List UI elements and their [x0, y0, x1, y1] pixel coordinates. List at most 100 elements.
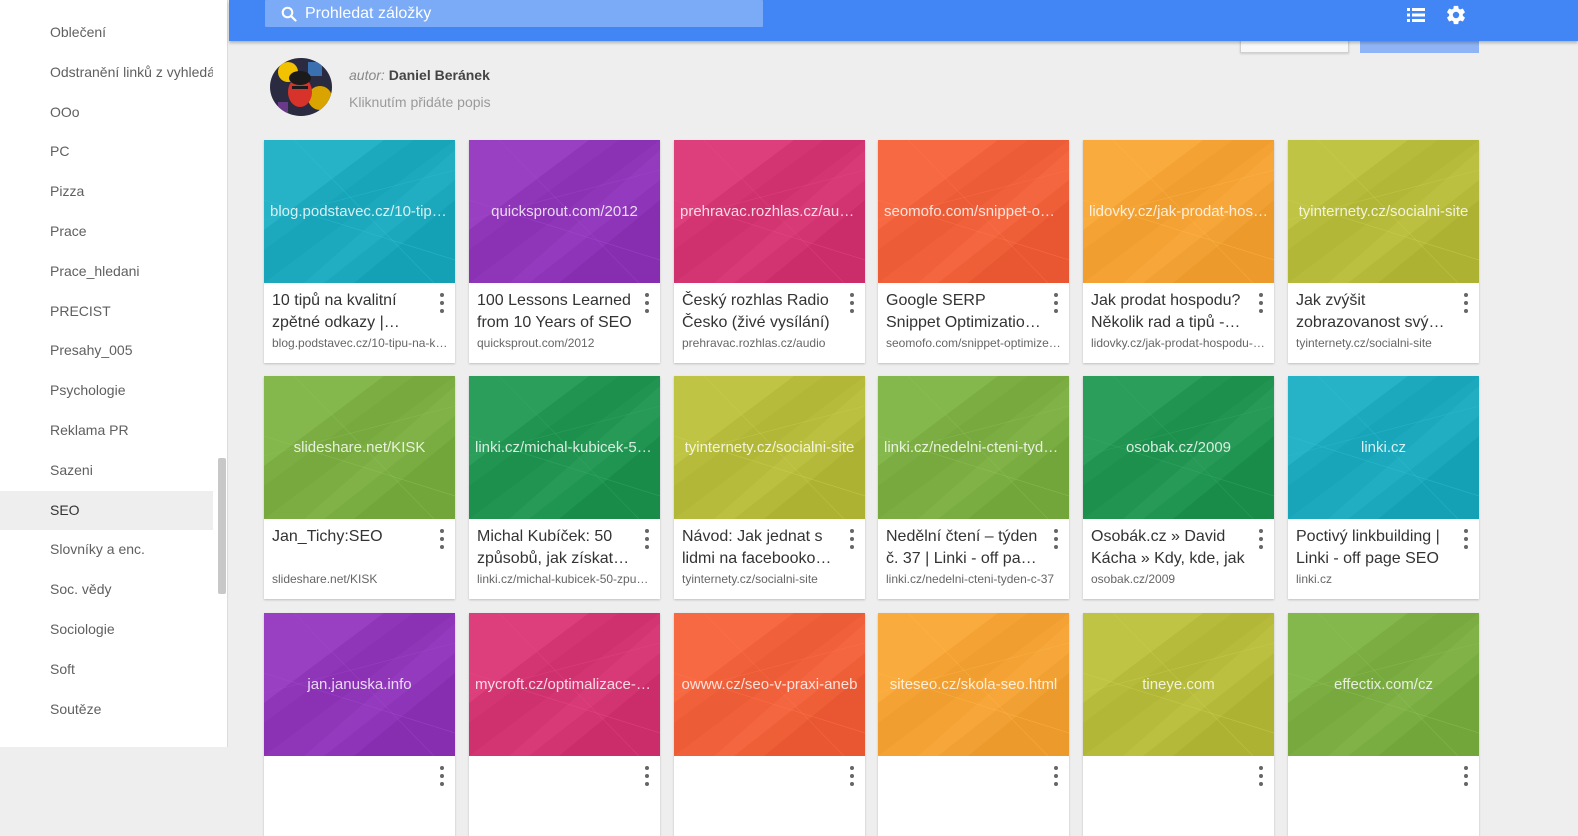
more-vert-icon[interactable] — [641, 529, 653, 549]
more-vert-icon[interactable] — [846, 529, 858, 549]
bookmark-card[interactable]: linki.cz/michal-kubicek-50-zpusobu Michal… — [469, 376, 660, 599]
more-vert-icon[interactable] — [1255, 293, 1267, 313]
bookmark-card[interactable]: slideshare.net/KISK Jan_Tichy:SEO slidesha… — [264, 376, 455, 599]
bookmark-title: Český rozhlas Radio Česko (živé vysílání… — [682, 292, 830, 331]
bookmark-url: linki.cz/nedelni-cteni-tyden-c-37 — [886, 572, 1055, 586]
bookmark-thumbnail: jan.januska.info — [264, 613, 455, 756]
thumbnail-label: linki.cz/michal-kubicek-50-zpusobu — [475, 439, 654, 456]
search-box[interactable] — [265, 0, 763, 27]
bookmark-title: Jan_Tichy:SEO — [272, 528, 383, 545]
bookmark-card[interactable]: lidovky.cz/jak-prodat-hospodu Jak prodat … — [1083, 140, 1274, 363]
bookmark-title: Návod: Jak jednat s lidmi na facebookové… — [682, 528, 833, 567]
bookmark-card[interactable]: mycroft.cz/optimalizace-pro-vyhledavace — [469, 613, 660, 836]
bookmark-url: quicksprout.com/2012 — [477, 336, 595, 350]
thumbnail-label: blog.podstavec.cz/10-tipu-na-kvalitni — [270, 203, 449, 220]
bookmark-card[interactable]: linki.cz/nedelni-cteni-tyden-c-37 Nedělní… — [878, 376, 1069, 599]
thumbnail-label: owww.cz/seo-v-praxi-aneb — [681, 676, 858, 693]
bookmark-url: linki.cz/michal-kubicek-50-zpusobu — [477, 572, 653, 586]
more-vert-icon[interactable] — [1255, 529, 1267, 549]
thumbnail-label: jan.januska.info — [307, 676, 412, 693]
bookmark-thumbnail: lidovky.cz/jak-prodat-hospodu — [1083, 140, 1274, 283]
more-vert-icon[interactable] — [1460, 293, 1472, 313]
thumbnail-label: mycroft.cz/optimalizace-pro-vyhledavace — [475, 676, 654, 693]
thumbnail-label: lidovky.cz/jak-prodat-hospodu — [1089, 203, 1268, 220]
more-vert-icon[interactable] — [1255, 766, 1267, 786]
thumbnail-label: prehravac.rozhlas.cz/audio — [680, 203, 859, 220]
thumbnail-label: quicksprout.com/2012 — [491, 203, 638, 220]
bookmark-title: 100 Lessons Learned from 10 Years of SEO — [477, 292, 632, 331]
bookmark-card[interactable]: osobak.cz/2009 Osobák.cz » David Kácha » … — [1083, 376, 1274, 599]
thumbnail-label: seomofo.com/snippet-optimizer — [884, 203, 1063, 220]
more-vert-icon[interactable] — [1050, 529, 1062, 549]
thumbnail-label: linki.cz/nedelni-cteni-tyden-c-37 — [884, 439, 1063, 456]
bookmark-thumbnail: tyinternety.cz/socialni-site — [1288, 140, 1479, 283]
bookmark-thumbnail: tyinternety.cz/socialni-site — [674, 376, 865, 519]
bookmark-url: tyinternety.cz/socialni-site — [1296, 336, 1432, 350]
more-vert-icon[interactable] — [436, 293, 448, 313]
more-vert-icon[interactable] — [1050, 766, 1062, 786]
bookmark-thumbnail: linki.cz/michal-kubicek-50-zpusobu — [469, 376, 660, 519]
more-vert-icon[interactable] — [436, 766, 448, 786]
bookmark-thumbnail: linki.cz — [1288, 376, 1479, 519]
bookmark-card[interactable]: owww.cz/seo-v-praxi-aneb — [674, 613, 865, 836]
more-vert-icon[interactable] — [641, 293, 653, 313]
more-vert-icon[interactable] — [641, 766, 653, 786]
bookmark-url: tyinternety.cz/socialni-site — [682, 572, 818, 586]
bookmark-title: Michal Kubíček: 50 způsobů, jak získat o… — [477, 528, 614, 567]
bookmark-title: Jak zvýšit zobrazovanost svých příspěvků — [1296, 292, 1446, 331]
thumbnail-label: tineye.com — [1142, 676, 1215, 693]
bookmark-url: blog.podstavec.cz/10-tipu-na-kvalitni-zp… — [272, 336, 448, 350]
bookmark-card[interactable]: prehravac.rozhlas.cz/audio Český rozhlas … — [674, 140, 865, 363]
bookmark-title: Poctivý linkbuilding | Linki - off page … — [1296, 528, 1440, 567]
search-input[interactable] — [305, 4, 763, 23]
top-app-bar — [229, 0, 1578, 41]
bookmark-thumbnail: linki.cz/nedelni-cteni-tyden-c-37 — [878, 376, 1069, 519]
bookmark-thumbnail: osobak.cz/2009 — [1083, 376, 1274, 519]
bookmark-thumbnail: quicksprout.com/2012 — [469, 140, 660, 283]
bookmark-card[interactable]: quicksprout.com/2012 100 Lessons Learned … — [469, 140, 660, 363]
bookmark-grid: blog.podstavec.cz/10-tipu-na-kvalitni 10 … — [0, 0, 1578, 836]
bookmark-card[interactable]: blog.podstavec.cz/10-tipu-na-kvalitni 10 … — [264, 140, 455, 363]
thumbnail-label: tyinternety.cz/socialni-site — [684, 439, 855, 456]
bookmark-url: lidovky.cz/jak-prodat-hospodu-nekolik-ra… — [1091, 336, 1267, 350]
bookmark-thumbnail: effectix.com/cz — [1288, 613, 1479, 756]
bookmark-title: Osobák.cz » David Kácha » Kdy, kde, jak — [1091, 528, 1245, 567]
bookmark-thumbnail: mycroft.cz/optimalizace-pro-vyhledavace — [469, 613, 660, 756]
bookmark-card[interactable]: siteseo.cz/skola-seo.html — [878, 613, 1069, 836]
bookmark-thumbnail: slideshare.net/KISK — [264, 376, 455, 519]
bookmark-thumbnail: prehravac.rozhlas.cz/audio — [674, 140, 865, 283]
bookmark-card[interactable]: tyinternety.cz/socialni-site Návod: Jak j… — [674, 376, 865, 599]
bookmark-title: Jak prodat hospodu? Několik rad a tipů -… — [1091, 292, 1241, 331]
thumbnail-label: effectix.com/cz — [1334, 676, 1433, 693]
bookmark-card[interactable]: seomofo.com/snippet-optimizer Google SERP… — [878, 140, 1069, 363]
bookmark-thumbnail: tineye.com — [1083, 613, 1274, 756]
bookmark-thumbnail: owww.cz/seo-v-praxi-aneb — [674, 613, 865, 756]
thumbnail-label: tyinternety.cz/socialni-site — [1298, 203, 1469, 220]
bookmark-card[interactable]: effectix.com/cz — [1288, 613, 1479, 836]
bookmark-card[interactable]: linki.cz Poctivý linkbuilding | Linki - o… — [1288, 376, 1479, 599]
bookmark-title: 10 tipů na kvalitní zpětné odkazy | Pods… — [272, 292, 397, 331]
thumbnail-label: osobak.cz/2009 — [1125, 439, 1232, 456]
bookmark-title: Nedělní čtení – týden č. 37 | Linki - of… — [886, 528, 1039, 567]
bookmark-card[interactable]: tyinternety.cz/socialni-site Jak zvýšit z… — [1288, 140, 1479, 363]
more-vert-icon[interactable] — [1460, 766, 1472, 786]
thumbnail-label: linki.cz — [1360, 439, 1406, 456]
more-vert-icon[interactable] — [846, 293, 858, 313]
list-view-icon[interactable] — [1405, 4, 1427, 26]
bookmark-thumbnail: blog.podstavec.cz/10-tipu-na-kvalitni — [264, 140, 455, 283]
bookmark-url: slideshare.net/KISK — [272, 572, 378, 586]
bookmark-card[interactable]: jan.januska.info — [264, 613, 455, 836]
bookmark-url: linki.cz — [1296, 572, 1333, 586]
bookmark-thumbnail: seomofo.com/snippet-optimizer — [878, 140, 1069, 283]
more-vert-icon[interactable] — [1460, 529, 1472, 549]
bookmark-url: osobak.cz/2009 — [1091, 572, 1176, 586]
bookmark-card[interactable]: tineye.com — [1083, 613, 1274, 836]
thumbnail-label: siteseo.cz/skola-seo.html — [889, 676, 1058, 693]
gear-icon[interactable] — [1445, 4, 1467, 26]
search-icon — [281, 6, 297, 22]
more-vert-icon[interactable] — [436, 529, 448, 549]
more-vert-icon[interactable] — [846, 766, 858, 786]
bookmark-url: prehravac.rozhlas.cz/audio — [682, 336, 826, 350]
more-vert-icon[interactable] — [1050, 293, 1062, 313]
bookmark-thumbnail: siteseo.cz/skola-seo.html — [878, 613, 1069, 756]
